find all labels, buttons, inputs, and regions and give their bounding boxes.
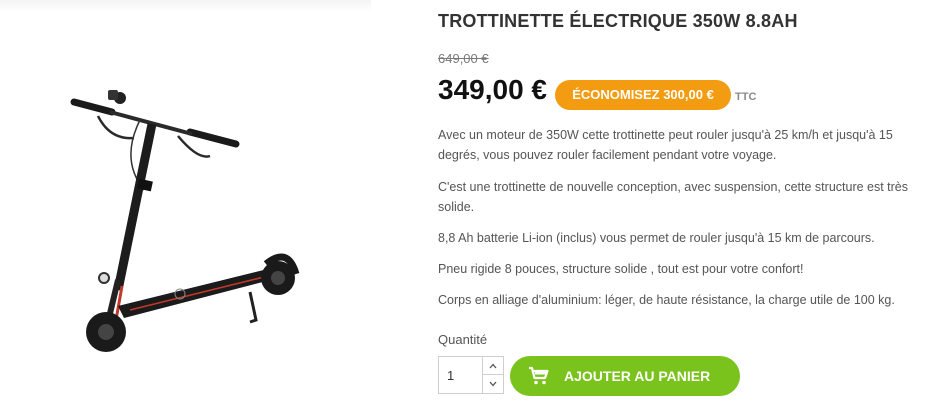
- description-paragraph: Corps en alliage d'aluminium: léger, de …: [438, 293, 895, 307]
- cart-icon: [529, 366, 549, 385]
- current-price: 349,00 €: [438, 74, 547, 105]
- quantity-stepper: [438, 356, 506, 396]
- description-paragraph: Avec un moteur de 350W cette trottinette…: [438, 128, 893, 162]
- description-paragraph: Pneu rigide 8 pouces, structure solide ,…: [438, 262, 804, 276]
- image-panel-divider: [0, 0, 371, 12]
- discount-badge: ÉCONOMISEZ 300,00 €: [555, 80, 731, 110]
- product-image-panel: [0, 0, 371, 411]
- tax-label: TTC: [735, 91, 757, 103]
- quantity-label: Quantité: [438, 332, 488, 347]
- quantity-input[interactable]: [438, 356, 482, 394]
- description-paragraph: C'est une trottinette de nouvelle concep…: [438, 180, 909, 214]
- add-to-cart-label: AJOUTER AU PANIER: [564, 368, 711, 384]
- description-paragraph: 8,8 Ah batterie Li-ion (inclus) vous per…: [438, 231, 875, 245]
- chevron-up-icon: [489, 363, 497, 368]
- electric-scooter-image[interactable]: [60, 80, 310, 360]
- product-page: TROTTINETTE ÉLECTRIQUE 350W 8.8AH 649,00…: [0, 0, 941, 411]
- chevron-down-icon: [489, 381, 497, 387]
- product-title: TROTTINETTE ÉLECTRIQUE 350W 8.8AH: [438, 11, 798, 31]
- add-to-cart-button[interactable]: AJOUTER AU PANIER: [510, 356, 740, 396]
- old-price: 649,00 €: [438, 51, 489, 66]
- quantity-decrease-button[interactable]: [482, 375, 504, 394]
- quantity-increase-button[interactable]: [482, 356, 504, 375]
